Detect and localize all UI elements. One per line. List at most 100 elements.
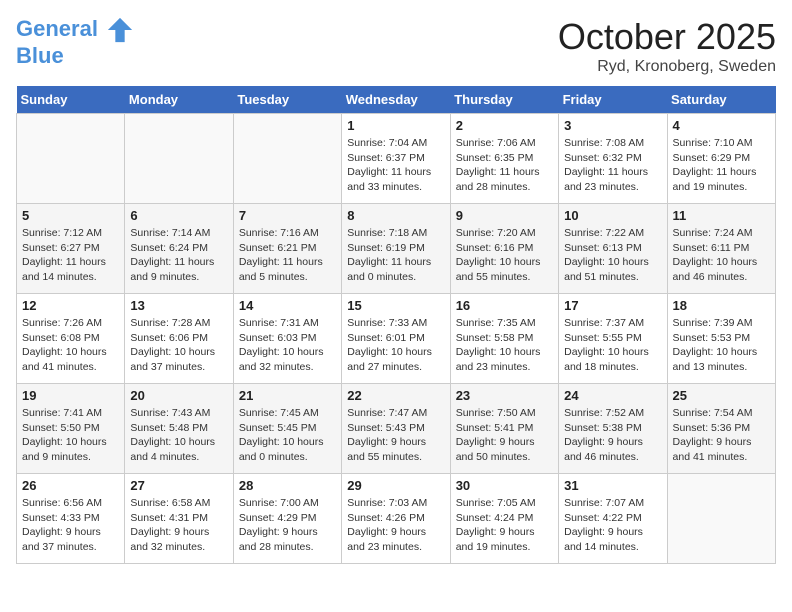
calendar-day: 9 Sunrise: 7:20 AM Sunset: 6:16 PM Daylig…: [450, 204, 558, 294]
day-info: Sunrise: 7:16 AM Sunset: 6:21 PM Dayligh…: [239, 226, 336, 285]
day-number: 24: [564, 388, 661, 403]
calendar-day: 21Sunrise: 7:45 AM Sunset: 5:45 PM Dayli…: [233, 384, 341, 474]
day-number: 20: [130, 388, 227, 403]
calendar-day: 17 Sunrise: 7:37 AM Sunset: 5:55 PM Dayli…: [559, 294, 667, 384]
page-header: General Blue October 2025 Ryd, Kronoberg…: [16, 16, 776, 76]
calendar-day: 1 Sunrise: 7:04 AM Sunset: 6:37 PM Daylig…: [342, 114, 450, 204]
location-title: Ryd, Kronoberg, Sweden: [558, 58, 776, 76]
weekday-header: Sunday: [17, 86, 125, 114]
calendar-day: 28 Sunrise: 7:00 AM Sunset: 4:29 PM Dayli…: [233, 474, 341, 564]
day-info: Sunrise: 7:26 AM Sunset: 6:08 PM Dayligh…: [22, 316, 119, 375]
calendar-day: 30 Sunrise: 7:05 AM Sunset: 4:24 PM Dayli…: [450, 474, 558, 564]
day-number: 5: [22, 208, 119, 223]
day-number: 28: [239, 478, 336, 493]
day-info: Sunrise: 7:39 AM Sunset: 5:53 PM Dayligh…: [673, 316, 770, 375]
day-number: 17: [564, 298, 661, 313]
weekday-header: Tuesday: [233, 86, 341, 114]
calendar-day: 10Sunrise: 7:22 AM Sunset: 6:13 PM Dayli…: [559, 204, 667, 294]
day-info: Sunrise: 7:05 AM Sunset: 4:24 PM Dayligh…: [456, 496, 553, 555]
calendar-day: 8Sunrise: 7:18 AM Sunset: 6:19 PM Daylig…: [342, 204, 450, 294]
day-info: Sunrise: 6:56 AM Sunset: 4:33 PM Dayligh…: [22, 496, 119, 555]
weekday-header: Saturday: [667, 86, 775, 114]
empty-cell: [17, 114, 125, 204]
day-number: 6: [130, 208, 227, 223]
logo-text: General Blue: [16, 16, 134, 68]
calendar-table: SundayMondayTuesdayWednesdayThursdayFrid…: [16, 86, 776, 564]
calendar-day: 15Sunrise: 7:33 AM Sunset: 6:01 PM Dayli…: [342, 294, 450, 384]
calendar-day: 25 Sunrise: 7:54 AM Sunset: 5:36 PM Dayli…: [667, 384, 775, 474]
day-info: Sunrise: 6:58 AM Sunset: 4:31 PM Dayligh…: [130, 496, 227, 555]
day-info: Sunrise: 7:00 AM Sunset: 4:29 PM Dayligh…: [239, 496, 336, 555]
day-number: 3: [564, 118, 661, 133]
calendar-day: 13 Sunrise: 7:28 AM Sunset: 6:06 PM Dayli…: [125, 294, 233, 384]
calendar-day: 24 Sunrise: 7:52 AM Sunset: 5:38 PM Dayli…: [559, 384, 667, 474]
day-info: Sunrise: 7:54 AM Sunset: 5:36 PM Dayligh…: [673, 406, 770, 465]
day-info: Sunrise: 7:41 AM Sunset: 5:50 PM Dayligh…: [22, 406, 119, 465]
weekday-header: Wednesday: [342, 86, 450, 114]
day-info: Sunrise: 7:08 AM Sunset: 6:32 PM Dayligh…: [564, 136, 661, 195]
calendar-day: 22Sunrise: 7:47 AM Sunset: 5:43 PM Dayli…: [342, 384, 450, 474]
calendar-day: 23 Sunrise: 7:50 AM Sunset: 5:41 PM Dayli…: [450, 384, 558, 474]
day-info: Sunrise: 7:07 AM Sunset: 4:22 PM Dayligh…: [564, 496, 661, 555]
day-number: 12: [22, 298, 119, 313]
calendar-day: 31 Sunrise: 7:07 AM Sunset: 4:22 PM Dayli…: [559, 474, 667, 564]
day-number: 4: [673, 118, 770, 133]
day-info: Sunrise: 7:47 AM Sunset: 5:43 PM Dayligh…: [347, 406, 444, 465]
day-info: Sunrise: 7:43 AM Sunset: 5:48 PM Dayligh…: [130, 406, 227, 465]
day-number: 1: [347, 118, 444, 133]
empty-cell: [233, 114, 341, 204]
day-number: 25: [673, 388, 770, 403]
day-info: Sunrise: 7:52 AM Sunset: 5:38 PM Dayligh…: [564, 406, 661, 465]
day-number: 16: [456, 298, 553, 313]
calendar-day: 2 Sunrise: 7:06 AM Sunset: 6:35 PM Daylig…: [450, 114, 558, 204]
day-number: 10: [564, 208, 661, 223]
calendar-day: 6 Sunrise: 7:14 AM Sunset: 6:24 PM Daylig…: [125, 204, 233, 294]
day-info: Sunrise: 7:14 AM Sunset: 6:24 PM Dayligh…: [130, 226, 227, 285]
day-number: 27: [130, 478, 227, 493]
day-info: Sunrise: 7:31 AM Sunset: 6:03 PM Dayligh…: [239, 316, 336, 375]
day-number: 13: [130, 298, 227, 313]
day-info: Sunrise: 7:35 AM Sunset: 5:58 PM Dayligh…: [456, 316, 553, 375]
weekday-header: Thursday: [450, 86, 558, 114]
weekday-header: Friday: [559, 86, 667, 114]
day-number: 29: [347, 478, 444, 493]
day-info: Sunrise: 7:12 AM Sunset: 6:27 PM Dayligh…: [22, 226, 119, 285]
day-info: Sunrise: 7:10 AM Sunset: 6:29 PM Dayligh…: [673, 136, 770, 195]
calendar-day: 27 Sunrise: 6:58 AM Sunset: 4:31 PM Dayli…: [125, 474, 233, 564]
calendar-day: 4 Sunrise: 7:10 AM Sunset: 6:29 PM Daylig…: [667, 114, 775, 204]
logo: General Blue: [16, 16, 134, 68]
day-info: Sunrise: 7:28 AM Sunset: 6:06 PM Dayligh…: [130, 316, 227, 375]
day-info: Sunrise: 7:45 AM Sunset: 5:45 PM Dayligh…: [239, 406, 336, 465]
day-info: Sunrise: 7:24 AM Sunset: 6:11 PM Dayligh…: [673, 226, 770, 285]
calendar-day: 7 Sunrise: 7:16 AM Sunset: 6:21 PM Daylig…: [233, 204, 341, 294]
day-info: Sunrise: 7:20 AM Sunset: 6:16 PM Dayligh…: [456, 226, 553, 285]
day-number: 18: [673, 298, 770, 313]
day-info: Sunrise: 7:18 AM Sunset: 6:19 PM Dayligh…: [347, 226, 444, 285]
day-info: Sunrise: 7:50 AM Sunset: 5:41 PM Dayligh…: [456, 406, 553, 465]
calendar-day: 18 Sunrise: 7:39 AM Sunset: 5:53 PM Dayli…: [667, 294, 775, 384]
calendar-day: 3 Sunrise: 7:08 AM Sunset: 6:32 PM Daylig…: [559, 114, 667, 204]
day-number: 2: [456, 118, 553, 133]
day-number: 19: [22, 388, 119, 403]
calendar-day: 16 Sunrise: 7:35 AM Sunset: 5:58 PM Dayli…: [450, 294, 558, 384]
empty-cell: [125, 114, 233, 204]
calendar-day: 29 Sunrise: 7:03 AM Sunset: 4:26 PM Dayli…: [342, 474, 450, 564]
weekday-header: Monday: [125, 86, 233, 114]
day-number: 7: [239, 208, 336, 223]
empty-cell: [667, 474, 775, 564]
day-number: 9: [456, 208, 553, 223]
calendar-day: 26Sunrise: 6:56 AM Sunset: 4:33 PM Dayli…: [17, 474, 125, 564]
calendar-day: 19 Sunrise: 7:41 AM Sunset: 5:50 PM Dayli…: [17, 384, 125, 474]
month-title: October 2025: [558, 16, 776, 58]
calendar-day: 5 Sunrise: 7:12 AM Sunset: 6:27 PM Daylig…: [17, 204, 125, 294]
day-number: 30: [456, 478, 553, 493]
title-block: October 2025 Ryd, Kronoberg, Sweden: [558, 16, 776, 76]
day-info: Sunrise: 7:06 AM Sunset: 6:35 PM Dayligh…: [456, 136, 553, 195]
day-info: Sunrise: 7:33 AM Sunset: 6:01 PM Dayligh…: [347, 316, 444, 375]
day-info: Sunrise: 7:37 AM Sunset: 5:55 PM Dayligh…: [564, 316, 661, 375]
day-info: Sunrise: 7:04 AM Sunset: 6:37 PM Dayligh…: [347, 136, 444, 195]
day-info: Sunrise: 7:03 AM Sunset: 4:26 PM Dayligh…: [347, 496, 444, 555]
calendar-day: 14Sunrise: 7:31 AM Sunset: 6:03 PM Dayli…: [233, 294, 341, 384]
day-number: 23: [456, 388, 553, 403]
day-number: 31: [564, 478, 661, 493]
